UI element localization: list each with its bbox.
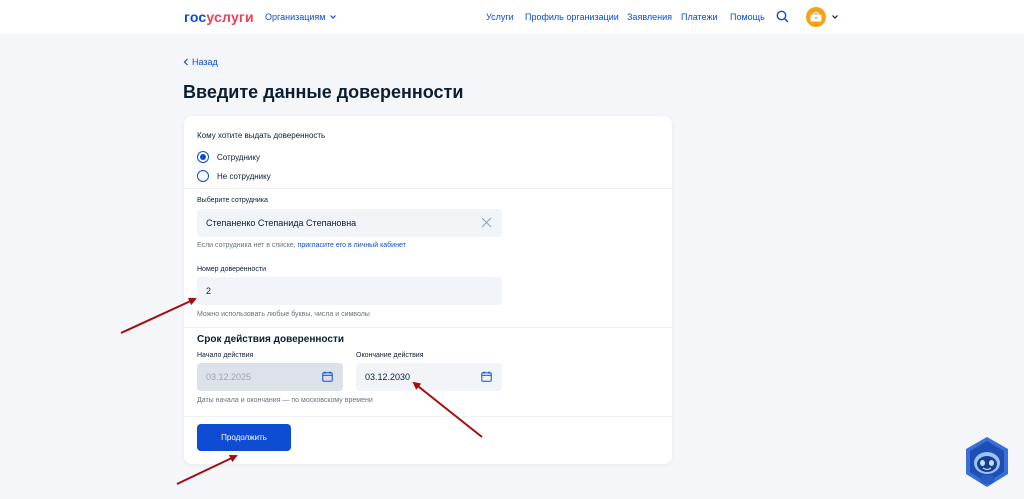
radio-unchecked-icon [197, 170, 209, 182]
employee-select-value: Степаненко Степанида Степановна [206, 218, 357, 228]
number-hint: Можно использовать любые буквы, числа и … [197, 311, 370, 318]
employee-select[interactable]: Степаненко Степанида Степановна [197, 209, 502, 237]
start-date-value: 03.12.2025 [206, 372, 252, 382]
nav-payments[interactable]: Платежи [681, 12, 718, 22]
radio-non-employee-label: Не сотруднику [217, 171, 271, 181]
robot-assistant-icon[interactable] [963, 436, 1011, 488]
nav-applications[interactable]: Заявления [627, 12, 672, 22]
divider [184, 188, 672, 189]
page-title: Введите данные доверенности [183, 82, 464, 102]
radio-checked-icon [197, 151, 209, 163]
back-link-label: Назад [192, 57, 218, 67]
continue-button-label: Продолжить [221, 433, 267, 442]
radio-employee-label: Сотруднику [217, 152, 260, 162]
employee-label: Выберите сотрудника [197, 197, 268, 204]
chevron-down-icon[interactable] [831, 13, 839, 21]
gosuslugi-logo[interactable]: госуслуги [184, 9, 254, 25]
top-header: госуслуги Организациям Услуги Профиль ор… [0, 0, 1024, 34]
employee-hint-text: Если сотрудника нет в списке, [197, 242, 296, 249]
calendar-icon [322, 371, 333, 382]
back-link[interactable]: Назад [183, 57, 218, 67]
divider [184, 416, 672, 417]
dates-hint: Даты начала и окончания — по московскому… [197, 397, 373, 404]
invite-employee-link[interactable]: пригласите его в личный кабинет [298, 242, 406, 249]
number-label: Номер доверенности [197, 266, 267, 273]
search-icon[interactable] [776, 10, 789, 23]
chevron-left-icon [183, 58, 188, 66]
nav-services[interactable]: Услуги [486, 12, 514, 22]
employee-hint: Если сотрудника нет в списке, пригласите… [197, 242, 406, 249]
radio-non-employee[interactable]: Не сотруднику [197, 170, 271, 182]
avatar[interactable] [806, 7, 826, 27]
briefcase-icon [810, 12, 822, 22]
organizations-menu[interactable]: Организациям [265, 12, 337, 22]
number-input[interactable]: 2 [197, 277, 502, 305]
validity-title: Срок действия доверенности [197, 334, 345, 345]
number-input-value: 2 [206, 286, 212, 296]
recipient-label: Кому хотите выдать доверенность [197, 131, 326, 140]
radio-employee[interactable]: Сотруднику [197, 151, 260, 163]
calendar-icon[interactable] [481, 371, 492, 382]
nav-org-profile[interactable]: Профиль организации [525, 12, 619, 22]
start-date-label: Начало действия [197, 352, 254, 359]
organizations-menu-label: Организациям [265, 12, 326, 22]
divider [184, 327, 672, 328]
clear-icon[interactable] [481, 217, 492, 228]
end-date-label: Окончание действия [356, 352, 424, 359]
nav-help[interactable]: Помощь [730, 12, 765, 22]
chevron-down-icon [330, 15, 337, 19]
end-date-value: 03.12.2030 [365, 372, 411, 382]
continue-button[interactable]: Продолжить [197, 424, 291, 451]
